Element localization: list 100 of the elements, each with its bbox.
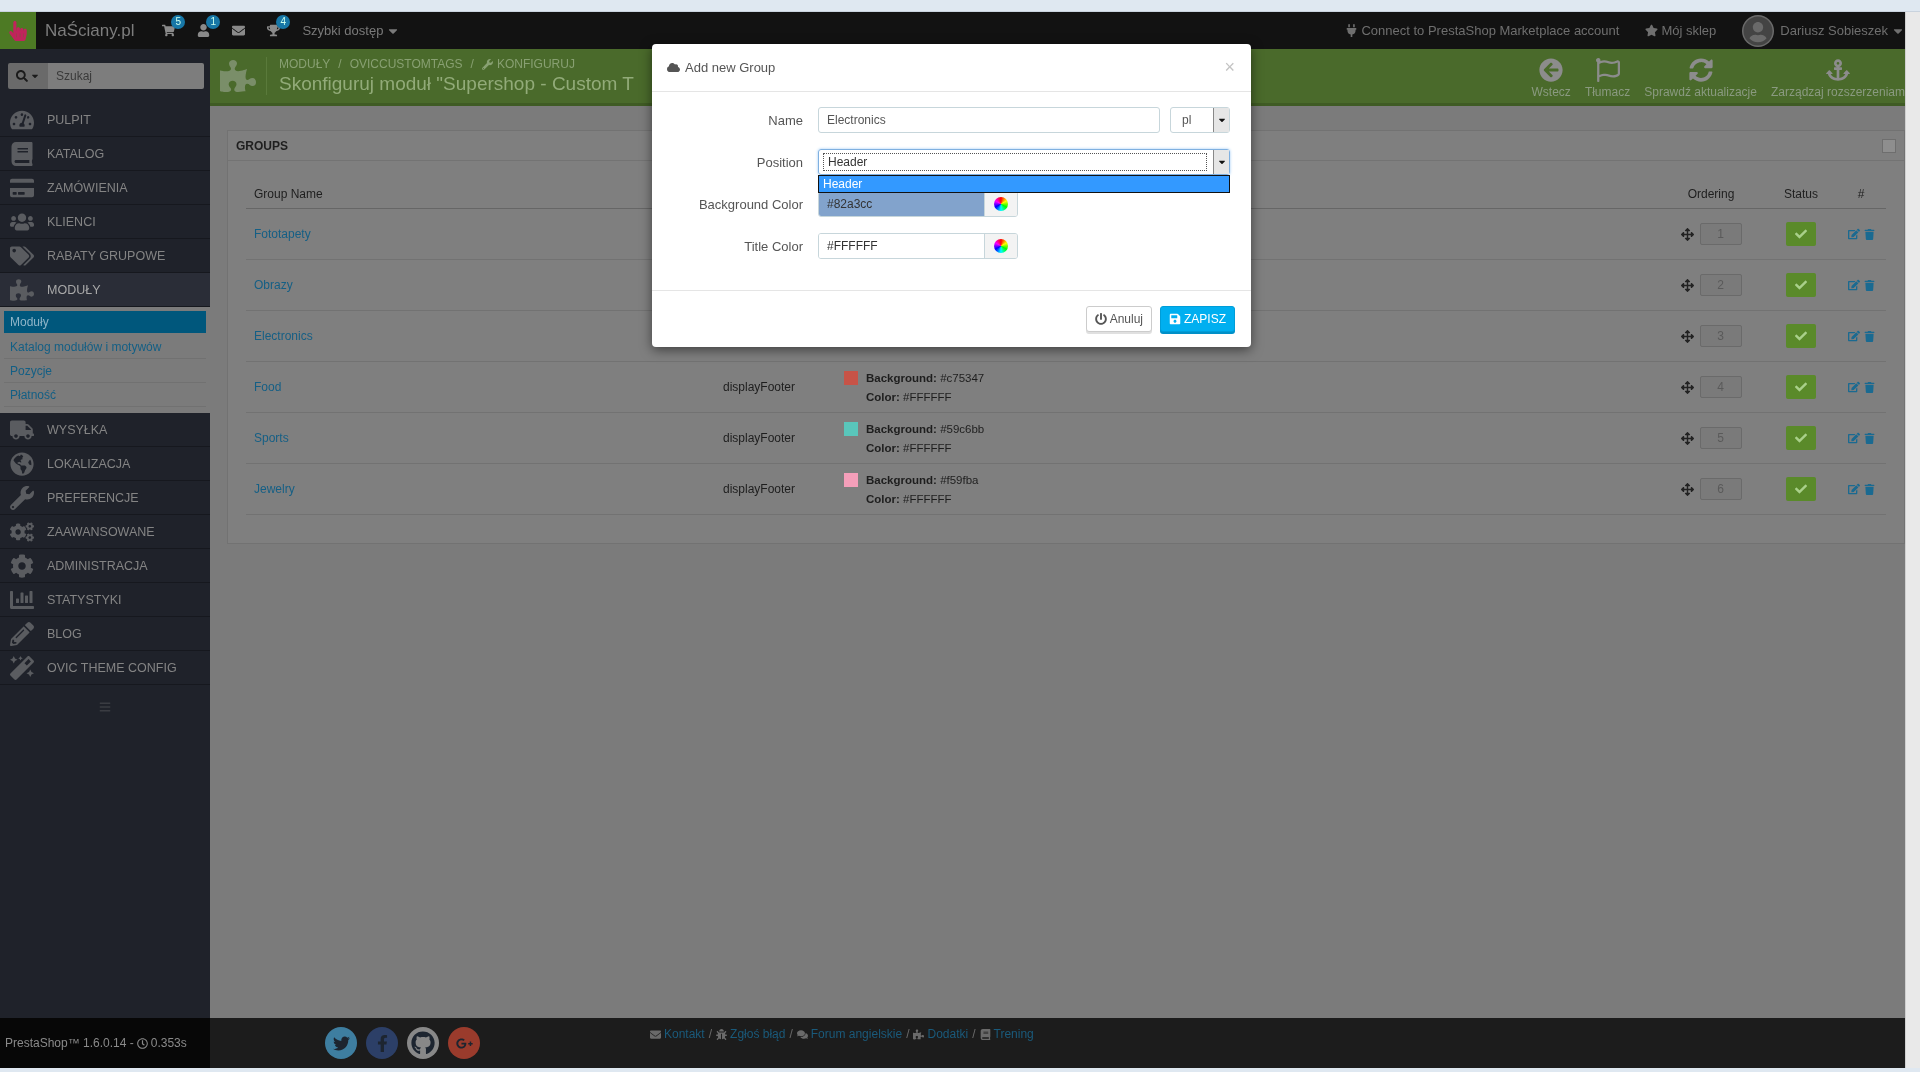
position-text: displayFooter (723, 380, 796, 394)
group-name-link[interactable]: Electronics (254, 329, 313, 343)
group-name-link[interactable]: Fototapety (254, 227, 311, 241)
toolbar-button[interactable]: Sprawdź aktualizacje (1644, 58, 1757, 103)
footer-link[interactable]: Kontakt (650, 1027, 705, 1041)
g-plus-icon[interactable] (448, 1027, 480, 1059)
anchor-icon (1825, 58, 1850, 82)
quick-access-menu[interactable]: Szybki dostęp (302, 23, 401, 38)
column-header: Status (1766, 179, 1836, 209)
marketplace-link[interactable]: Connect to PrestaShop Marketplace account (1345, 23, 1620, 38)
save-button[interactable]: ZAPISZ (1160, 306, 1235, 332)
move-icon[interactable] (1680, 431, 1694, 445)
move-icon[interactable] (1680, 227, 1694, 241)
menu-icon[interactable] (99, 701, 111, 713)
book-icon (10, 141, 34, 166)
edit-icon[interactable] (1847, 483, 1860, 495)
edit-icon[interactable] (1847, 381, 1860, 393)
edit-icon[interactable] (1847, 432, 1860, 444)
group-name-link[interactable]: Obrazy (254, 278, 293, 292)
status-toggle[interactable] (1786, 375, 1816, 399)
avatar[interactable] (1742, 14, 1775, 47)
color-field[interactable]: #82a3cc (818, 191, 1018, 217)
user-icon[interactable] (197, 24, 211, 37)
close-button[interactable]: × (1224, 57, 1235, 78)
f-letter-icon[interactable] (366, 1027, 398, 1059)
search-button[interactable] (8, 63, 48, 89)
color-field[interactable]: #FFFFFF (818, 233, 1018, 259)
edit-icon[interactable] (1847, 279, 1860, 291)
bird-icon[interactable] (325, 1027, 357, 1059)
cancel-button[interactable]: Anuluj (1085, 306, 1152, 332)
count-badge: 5 (171, 15, 185, 29)
edit-icon[interactable] (1847, 330, 1860, 342)
book-icon (979, 1028, 991, 1040)
user-menu[interactable]: Dariusz Sobieszek (1780, 23, 1905, 38)
trophy-icon[interactable] (267, 24, 281, 37)
move-icon[interactable] (1680, 380, 1694, 394)
toolbar-button[interactable]: Tłumacz (1584, 58, 1631, 103)
footer-link[interactable]: Trening (979, 1027, 1034, 1041)
field-label: Position (755, 154, 803, 170)
submenu-item[interactable]: Płatność (4, 383, 206, 407)
chat-icon (796, 1028, 808, 1040)
page-title: Skonfiguruj moduł "Supershop - Custom T (279, 73, 634, 95)
submenu-item[interactable]: Moduły (4, 311, 206, 333)
envelope-icon[interactable] (232, 24, 246, 37)
move-icon[interactable] (1680, 329, 1694, 343)
field-label: Title Color (743, 238, 803, 254)
column-header: Ordering (1656, 179, 1766, 209)
toolbar-button[interactable]: Wstecz (1531, 58, 1571, 103)
submenu-item[interactable]: Pozycje (4, 359, 206, 383)
link-separator: / (789, 1027, 793, 1041)
status-toggle[interactable] (1786, 324, 1816, 348)
trash-icon[interactable] (1863, 381, 1875, 393)
trash-icon[interactable] (1863, 432, 1875, 444)
wand-icon (10, 655, 34, 680)
logo[interactable] (0, 12, 36, 49)
shop-name[interactable]: NaŚciany.pl (45, 20, 135, 41)
trash-icon[interactable] (1863, 330, 1875, 342)
trash-icon[interactable] (1863, 228, 1875, 240)
gears-icon (10, 519, 34, 544)
footer-link[interactable]: Dodatki (913, 1027, 969, 1041)
trash-icon[interactable] (1863, 279, 1875, 291)
move-icon[interactable] (1680, 482, 1694, 496)
color-wheel-button[interactable] (984, 192, 1017, 216)
dropdown-option[interactable]: Header (819, 176, 1229, 192)
name-input[interactable]: Electronics (818, 107, 1160, 133)
caret-icon (1213, 108, 1229, 132)
flag-icon (1595, 58, 1620, 82)
cart-icon[interactable] (162, 24, 176, 37)
edit-icon[interactable] (1847, 228, 1860, 240)
menu-item[interactable]: MODUŁY (0, 273, 210, 307)
toolbar-button[interactable]: Zarządzaj rozszerzeniam (1770, 58, 1905, 103)
check-icon (1795, 381, 1807, 393)
color-swatch (844, 473, 858, 487)
search-field[interactable]: Szukaj (48, 63, 204, 89)
back-icon (1539, 58, 1564, 82)
status-toggle[interactable] (1786, 273, 1816, 297)
footer-link[interactable]: Zgłoś błąd (716, 1027, 786, 1041)
group-name-link[interactable]: Food (254, 380, 282, 394)
move-icon[interactable] (1680, 278, 1694, 292)
check-icon (1795, 483, 1807, 495)
status-toggle[interactable] (1786, 222, 1816, 246)
my-shop-link[interactable]: Mój sklep (1645, 23, 1717, 38)
trash-icon[interactable] (1863, 483, 1875, 495)
status-toggle[interactable] (1786, 477, 1816, 501)
color-swatch (844, 422, 858, 436)
breadcrumb-item[interactable]: KONFIGURUJ (481, 57, 575, 71)
footer-link[interactable]: Forum angielskie (796, 1027, 903, 1041)
cat-icon[interactable] (407, 1027, 439, 1059)
save-icon (1169, 313, 1181, 325)
group-name-link[interactable]: Jewelry (254, 482, 295, 496)
submenu-item[interactable]: Katalog modułów i motywów (4, 335, 206, 359)
color-wheel-button[interactable] (984, 234, 1017, 258)
puzzle-icon (220, 58, 256, 94)
breadcrumb-item[interactable]: OVICCUSTOMTAGS (349, 57, 463, 71)
status-toggle[interactable] (1786, 426, 1816, 450)
group-name-link[interactable]: Sports (254, 431, 289, 445)
breadcrumb-item[interactable]: MODUŁY (279, 57, 331, 71)
bug-icon (716, 1028, 728, 1040)
language-select[interactable]: pl (1170, 107, 1230, 133)
scrollbar[interactable] (1905, 12, 1920, 1068)
